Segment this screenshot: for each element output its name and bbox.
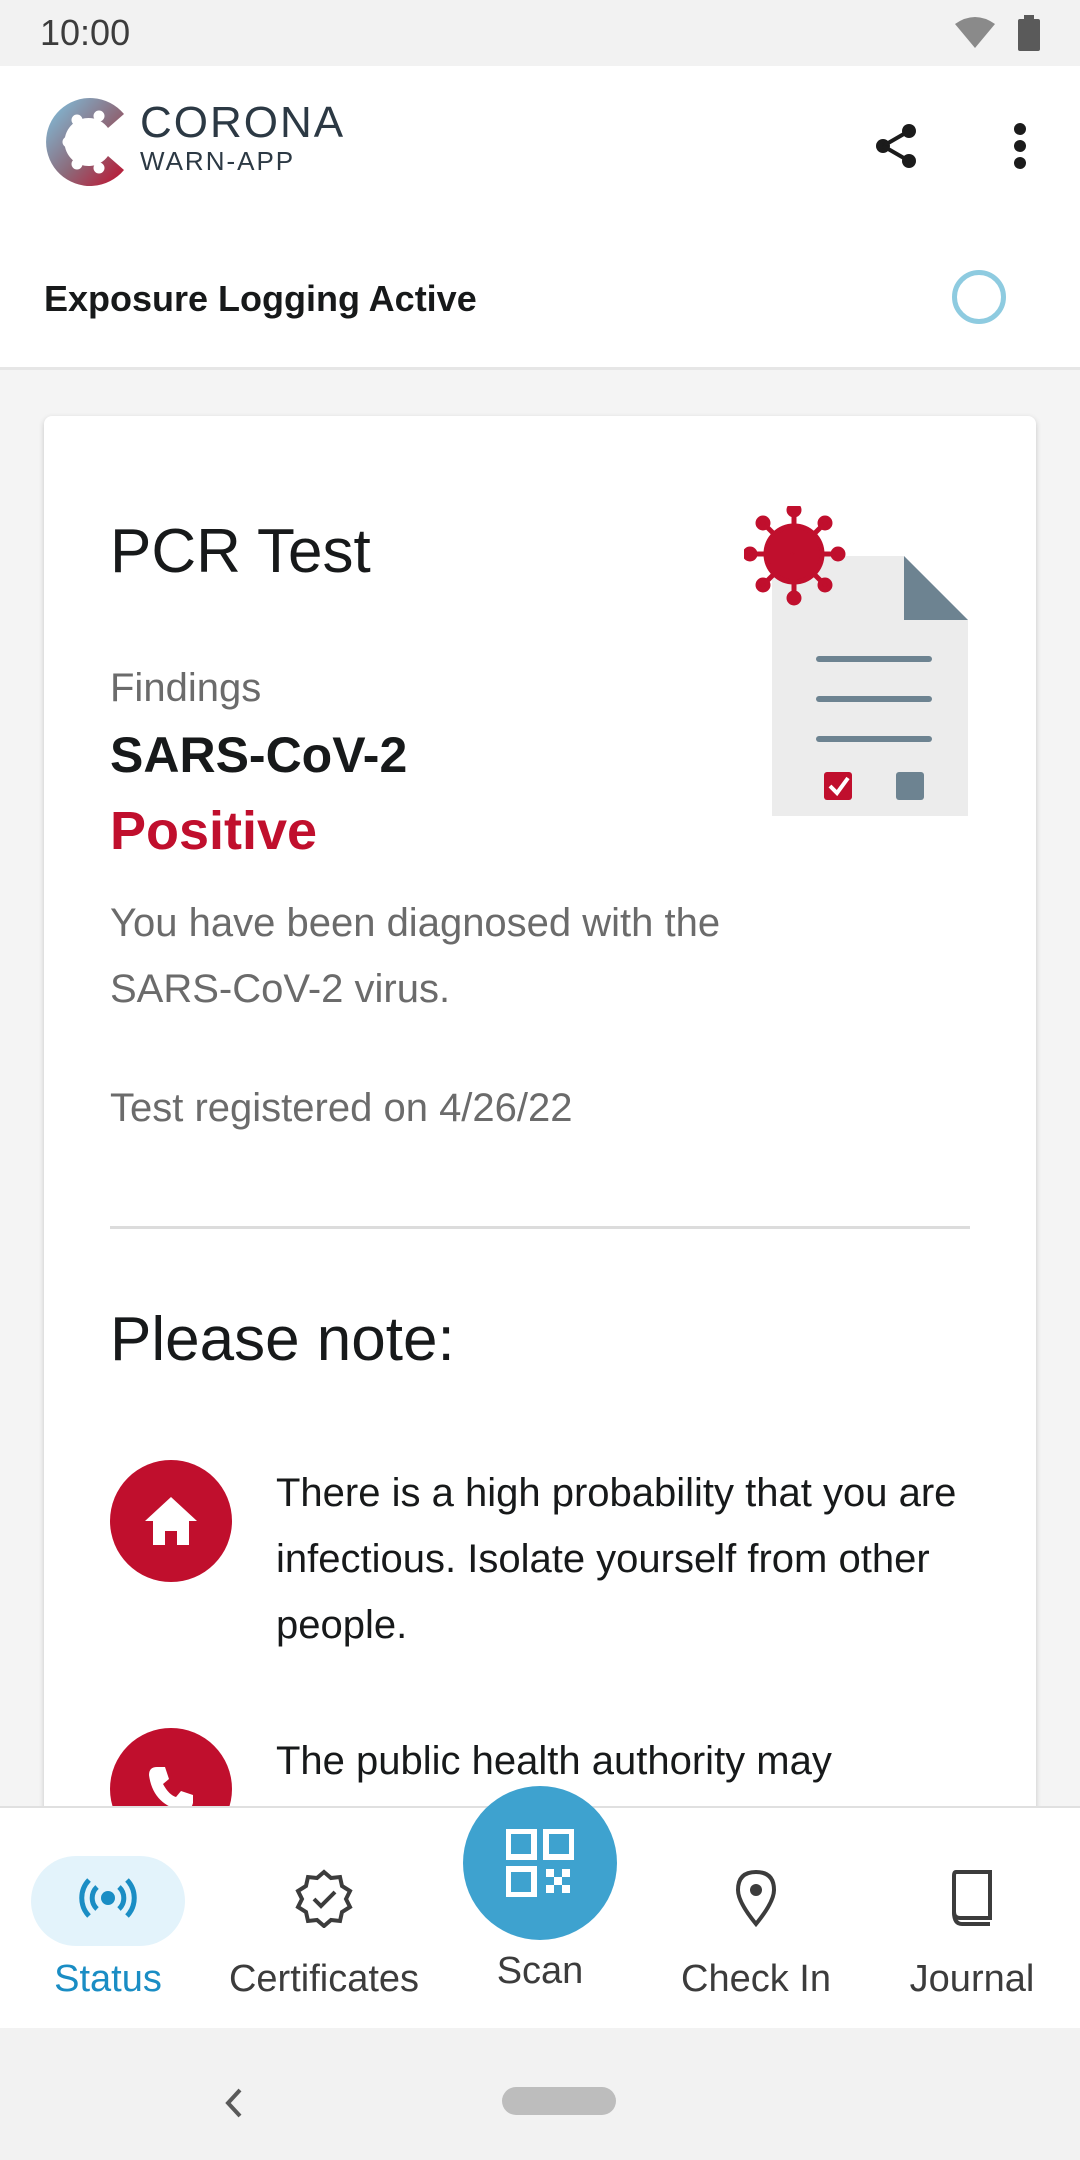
logo-text: CORONA WARN-APP — [140, 98, 346, 177]
share-icon — [876, 124, 916, 168]
card-title: PCR Test — [110, 517, 371, 586]
please-note-title: Please note: — [110, 1305, 455, 1374]
back-icon[interactable] — [222, 2086, 246, 2120]
test-result-card[interactable]: PCR Test Findings SARS-CoV-2 Positive Yo… — [44, 416, 1036, 1850]
status-time: 10:00 — [40, 12, 131, 53]
exposure-status-ring-icon — [952, 270, 1006, 324]
test-registered-date: Test registered on 4/26/22 — [110, 1086, 573, 1130]
status-icons — [954, 15, 1040, 51]
note-text: The public health authority may — [276, 1739, 832, 1783]
more-vert-icon — [1014, 123, 1026, 169]
exposure-status-icon — [79, 1878, 137, 1918]
logo-subtitle: WARN-APP — [140, 146, 296, 176]
corona-warn-app-logo — [46, 98, 124, 186]
nav-item-journal[interactable]: Journal — [864, 1828, 1080, 2018]
findings-label: Findings — [110, 666, 262, 710]
logo-title: CORONA — [140, 98, 346, 147]
virus-name: SARS-CoV-2 — [110, 727, 408, 783]
nav-item-status[interactable]: Status — [0, 1828, 216, 2018]
app-bar: CORONA WARN-APP — [0, 66, 1080, 236]
test-result-status: Positive — [110, 801, 318, 861]
nav-item-certificates[interactable]: Certificates — [216, 1828, 432, 2018]
nav-label-scan: Scan — [496, 1950, 584, 1992]
card-divider — [110, 1226, 970, 1229]
journal-book-icon — [952, 1870, 992, 1926]
scan-button[interactable] — [463, 1786, 617, 1940]
system-navigation-bar — [0, 2028, 1080, 2160]
share-button[interactable] — [866, 116, 926, 176]
qr-code-icon — [506, 1829, 574, 1897]
result-description: You have been diagnosed with the SARS-Co… — [110, 901, 721, 1011]
nav-label: Status — [54, 1958, 162, 2000]
battery-icon — [1018, 15, 1040, 51]
home-icon — [110, 1460, 232, 1582]
exposure-logging-label: Exposure Logging Active — [44, 278, 477, 319]
nav-label: Journal — [909, 1958, 1035, 2000]
more-options-button[interactable] — [990, 116, 1050, 176]
note-text: There is a high probability that you are… — [276, 1471, 957, 1647]
nav-label: Check In — [681, 1958, 831, 2000]
positive-test-document-icon — [744, 506, 968, 816]
home-pill-button[interactable] — [502, 2087, 616, 2115]
nav-item-check-in[interactable]: Check In — [648, 1828, 864, 2018]
wifi-icon — [955, 17, 995, 48]
certificate-icon — [295, 1869, 353, 1928]
exposure-logging-row[interactable]: Exposure Logging Active — [0, 236, 1080, 370]
nav-label: Certificates — [228, 1958, 420, 2000]
status-bar: 10:00 — [0, 0, 1080, 66]
location-pin-icon — [735, 1869, 777, 1928]
